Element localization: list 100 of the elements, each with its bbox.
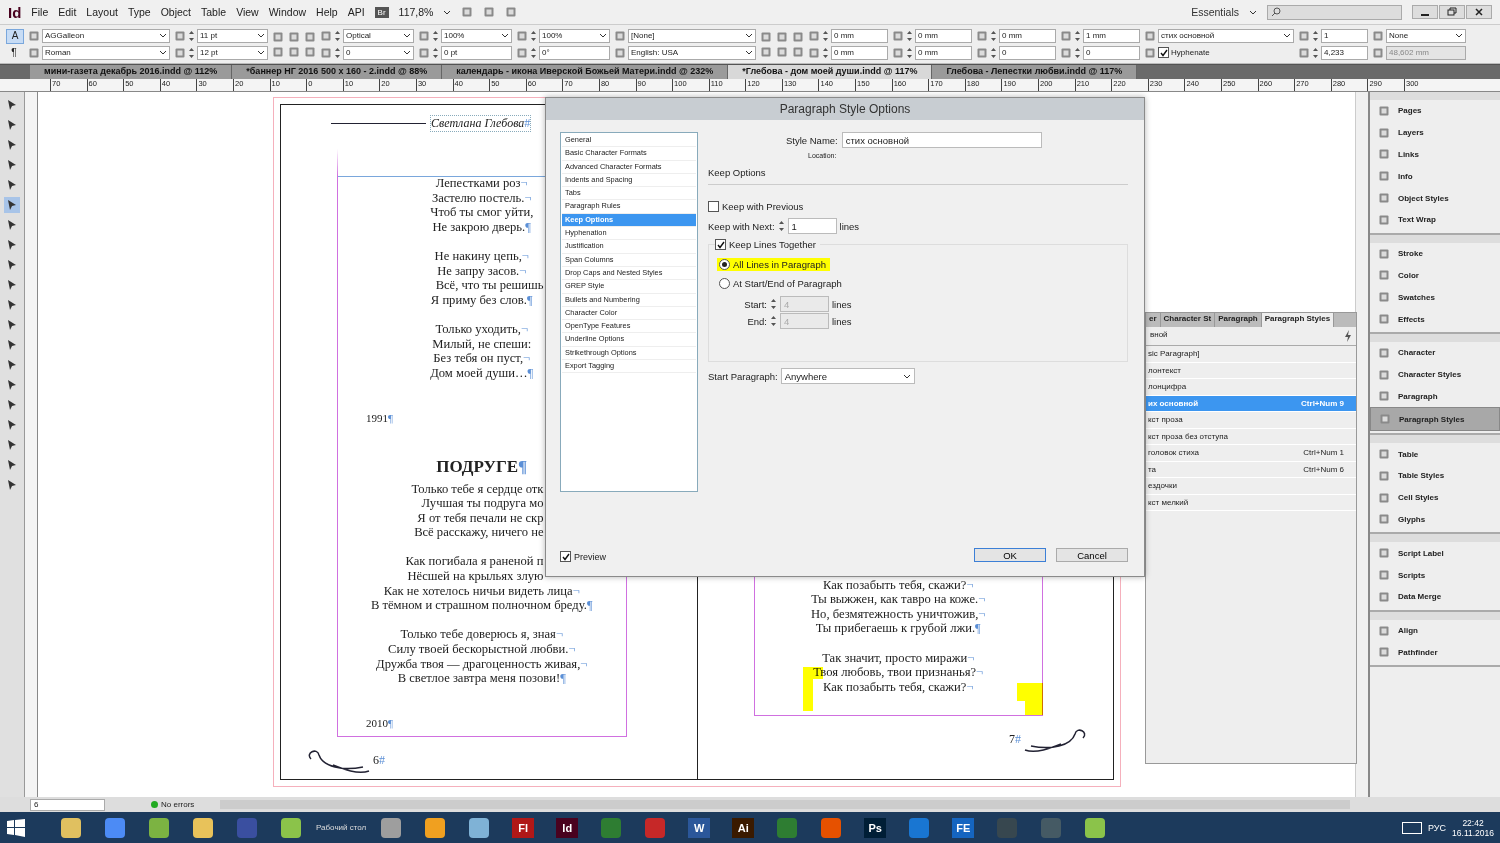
app-icon[interactable]: Ps xyxy=(864,817,887,838)
format-icon[interactable] xyxy=(516,29,528,42)
format-icon[interactable] xyxy=(288,30,300,43)
spinner-arrows-icon[interactable] xyxy=(530,45,537,60)
lightning-icon[interactable] xyxy=(1344,330,1352,342)
format-icon[interactable] xyxy=(614,29,626,42)
control-field[interactable]: 0° xyxy=(539,45,610,60)
restore-button[interactable] xyxy=(1439,5,1465,19)
app-icon[interactable] xyxy=(193,817,213,838)
panel-grip[interactable] xyxy=(1370,333,1500,342)
app-icon[interactable] xyxy=(1085,817,1106,838)
clock-time[interactable]: 22:42 xyxy=(1462,817,1484,828)
format-icon[interactable] xyxy=(1298,29,1310,42)
dock-panel-button[interactable]: Table xyxy=(1370,443,1500,465)
dock-panel-button[interactable]: Pages xyxy=(1370,100,1500,122)
spinner-arrows-icon[interactable] xyxy=(1312,45,1319,60)
app-icon[interactable]: W xyxy=(688,817,711,838)
style-name-field[interactable]: стих основной xyxy=(841,132,1042,148)
format-icon[interactable] xyxy=(28,46,40,59)
dock-panel-button[interactable]: Swatches xyxy=(1370,286,1500,309)
control-field[interactable]: 4,233 xyxy=(1321,45,1368,60)
control-field[interactable]: None xyxy=(1386,28,1466,43)
menu-item[interactable]: API xyxy=(347,6,365,18)
tool-icon[interactable] xyxy=(4,197,20,213)
dock-panel-button[interactable]: Scripts xyxy=(1370,564,1500,586)
style-list-item[interactable]: ездочки xyxy=(1146,478,1356,495)
menu-item[interactable]: Window xyxy=(268,6,307,18)
dock-panel-button[interactable]: Stroke xyxy=(1370,242,1500,265)
dock-panel-button[interactable]: Cell Styles xyxy=(1370,486,1500,509)
app-icon[interactable] xyxy=(105,817,125,838)
preview-checkbox[interactable]: Preview xyxy=(560,551,606,562)
ok-button[interactable]: OK xyxy=(974,548,1046,562)
keep-with-next-field[interactable]: 1 xyxy=(787,218,837,234)
panel-grip[interactable] xyxy=(1370,234,1500,243)
menu-item[interactable]: Layout xyxy=(86,6,118,18)
spinner-arrows-icon[interactable] xyxy=(990,45,997,60)
document-tab[interactable]: Глебова - Лепестки любви.indd @ 117% xyxy=(932,65,1138,79)
format-icon[interactable] xyxy=(776,30,788,43)
format-icon[interactable] xyxy=(808,29,820,42)
document-tab[interactable]: мини-газета декабрь 2016.indd @ 112% xyxy=(30,65,233,79)
dock-panel-button[interactable]: Effects xyxy=(1370,308,1500,330)
control-field[interactable]: 0 mm xyxy=(915,45,972,60)
control-field[interactable]: 0 mm xyxy=(831,45,888,60)
dock-panel-button[interactable]: Text Wrap xyxy=(1370,209,1500,231)
menu-item[interactable]: View xyxy=(236,6,259,18)
app-icon[interactable]: Fl xyxy=(512,817,535,838)
format-icon[interactable] xyxy=(760,45,772,58)
control-field[interactable]: AGGalleon xyxy=(42,28,170,43)
format-icon[interactable] xyxy=(1372,46,1384,59)
keep-lines-together-checkbox[interactable]: Keep Lines Together xyxy=(715,239,820,250)
format-icon[interactable] xyxy=(776,45,788,58)
spinner-arrows-icon[interactable] xyxy=(770,314,777,328)
panel-grip[interactable] xyxy=(1370,534,1500,543)
spinner-arrows-icon[interactable] xyxy=(334,28,341,43)
control-field[interactable]: 0 xyxy=(343,45,414,60)
document-tab[interactable]: календарь - икона Иверской Божьей Матери.indd @ 232% xyxy=(442,65,729,79)
search-field[interactable] xyxy=(1267,4,1402,20)
control-field[interactable]: 0 mm xyxy=(915,28,972,43)
control-field[interactable]: English: USA xyxy=(628,45,756,60)
dock-panel-button[interactable]: Layers xyxy=(1370,121,1500,144)
spinner-arrows-icon[interactable] xyxy=(906,45,913,60)
format-icon[interactable] xyxy=(976,46,988,59)
app-icon[interactable]: FE xyxy=(952,817,975,838)
page-field[interactable]: 6 xyxy=(30,798,105,811)
control-field[interactable]: 12 pt xyxy=(197,45,268,60)
control-field[interactable]: 1 mm xyxy=(1083,28,1140,43)
hyphenate-checkbox[interactable]: Hyphenate xyxy=(1158,47,1210,58)
style-list-item[interactable]: лонтекст xyxy=(1146,362,1356,379)
app-icon[interactable] xyxy=(469,817,490,838)
document-tab[interactable]: *Глебова - дом моей души.indd @ 117% xyxy=(728,65,933,79)
caret-icon[interactable] xyxy=(1249,9,1257,15)
caret-icon[interactable] xyxy=(443,9,452,15)
format-icon[interactable] xyxy=(320,46,332,59)
control-field[interactable]: 0 xyxy=(1083,45,1140,60)
format-icon[interactable] xyxy=(1060,29,1072,42)
format-icon[interactable] xyxy=(174,46,186,59)
dock-panel-button[interactable]: Glyphs xyxy=(1370,508,1500,531)
bridge-button[interactable]: Br xyxy=(374,6,389,18)
spinner-arrows-icon[interactable] xyxy=(1074,28,1081,43)
format-icon[interactable] xyxy=(1144,29,1156,42)
format-icon[interactable] xyxy=(288,45,300,58)
menu-item[interactable]: Edit xyxy=(58,6,77,18)
vertical-scrollbar[interactable] xyxy=(1355,92,1368,797)
spinner-arrows-icon[interactable] xyxy=(530,28,537,43)
dock-panel-button[interactable]: Object Styles xyxy=(1370,187,1500,209)
panel-grip[interactable] xyxy=(1370,611,1500,620)
minimize-button[interactable] xyxy=(1412,5,1438,19)
app-icon[interactable] xyxy=(821,817,842,838)
format-icon[interactable] xyxy=(28,29,40,42)
format-icon[interactable] xyxy=(174,29,186,42)
format-icon[interactable] xyxy=(272,30,284,43)
dock-panel-button[interactable]: Character Styles xyxy=(1370,363,1500,386)
preflight-status[interactable]: No errors xyxy=(161,800,195,809)
keep-with-previous-checkbox[interactable]: Keep with Previous xyxy=(708,201,804,212)
dock-panel-button[interactable]: Pathfinder xyxy=(1370,641,1500,664)
format-icon[interactable] xyxy=(1060,46,1072,59)
control-field[interactable]: 100% xyxy=(539,28,610,43)
style-list-item[interactable]: головок стиха Ctrl+Num 1 xyxy=(1146,445,1356,462)
zoom-level[interactable]: 117,8% xyxy=(398,6,434,18)
spinner-arrows-icon[interactable] xyxy=(334,45,341,60)
